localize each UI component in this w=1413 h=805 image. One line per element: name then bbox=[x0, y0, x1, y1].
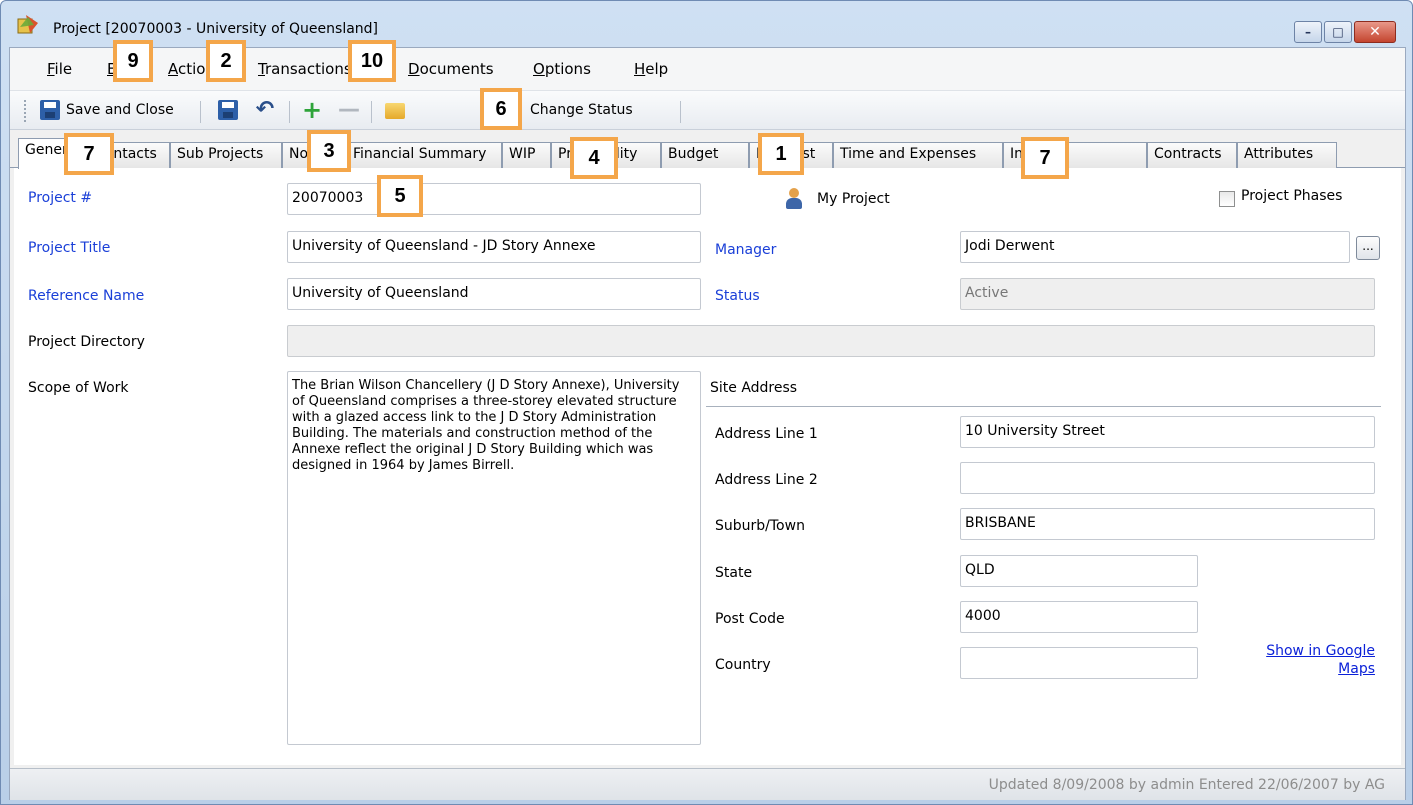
save-button[interactable] bbox=[218, 97, 244, 123]
post-code-label: Post Code bbox=[715, 611, 785, 627]
reference-name-field[interactable]: University of Queensland bbox=[287, 278, 701, 310]
scope-of-work-label: Scope of Work bbox=[28, 380, 129, 396]
maximize-button[interactable]: □ bbox=[1324, 21, 1352, 43]
my-project-label: My Project bbox=[817, 191, 890, 207]
country-label: Country bbox=[715, 657, 771, 673]
person-icon-body bbox=[786, 198, 802, 209]
person-icon bbox=[785, 188, 803, 210]
callout-badge: 4 bbox=[570, 137, 618, 179]
site-address-heading: Site Address bbox=[710, 380, 798, 396]
tab-strip: General Contacts Sub Projects Notes Fina… bbox=[10, 134, 1405, 169]
callout-badge: 7 bbox=[64, 133, 114, 175]
country-field[interactable] bbox=[960, 647, 1198, 679]
menu-options[interactable]: Options bbox=[533, 60, 591, 78]
general-tab-page: Project # 20070003 My Project Project Ph… bbox=[14, 168, 1401, 765]
post-code-field[interactable]: 4000 bbox=[960, 601, 1198, 633]
tab-contracts[interactable]: Contracts bbox=[1147, 142, 1237, 168]
address-line-2-field[interactable] bbox=[960, 462, 1375, 494]
folder-icon bbox=[385, 103, 405, 119]
toolbar-separator bbox=[371, 101, 372, 123]
project-phases-checkbox[interactable] bbox=[1219, 191, 1235, 207]
save-icon bbox=[40, 100, 60, 120]
project-directory-field bbox=[287, 325, 1375, 357]
menu-help[interactable]: Help bbox=[634, 60, 668, 78]
state-label: State bbox=[715, 565, 753, 581]
toolbar-separator bbox=[289, 101, 290, 123]
reference-name-label: Reference Name bbox=[28, 288, 145, 304]
site-address-divider bbox=[706, 406, 1381, 407]
tab-budget[interactable]: Budget bbox=[661, 142, 749, 168]
window-controls: – □ ✕ bbox=[1292, 21, 1396, 43]
address-line-1-field[interactable]: 10 University Street bbox=[960, 416, 1375, 448]
change-status-label: Change Status bbox=[530, 102, 633, 118]
status-field: Active bbox=[960, 278, 1375, 310]
callout-badge: 1 bbox=[758, 133, 804, 175]
callout-badge: 9 bbox=[113, 40, 153, 82]
callout-badge: 5 bbox=[377, 175, 423, 217]
state-field[interactable]: QLD bbox=[960, 555, 1198, 587]
menu-file[interactable]: File bbox=[47, 60, 72, 78]
manager-lookup-button[interactable]: ... bbox=[1356, 236, 1380, 260]
project-app-icon bbox=[17, 15, 38, 34]
callout-badge: 10 bbox=[348, 40, 396, 82]
callout-badge: 2 bbox=[206, 40, 246, 82]
title-bar[interactable]: Project [20070003 - University of Queens… bbox=[1, 1, 1412, 45]
tab-attributes[interactable]: Attributes bbox=[1237, 142, 1337, 168]
tab-financial-summary[interactable]: Financial Summary bbox=[346, 142, 502, 168]
manager-label: Manager bbox=[715, 242, 777, 258]
add-icon: + bbox=[302, 96, 323, 124]
suburb-town-field[interactable]: BRISBANE bbox=[960, 508, 1375, 540]
audit-status-text: Updated 8/09/2008 by admin Entered 22/06… bbox=[988, 777, 1385, 793]
suburb-town-label: Suburb/Town bbox=[715, 518, 805, 534]
project-title-label: Project Title bbox=[28, 240, 111, 256]
status-bar: Updated 8/09/2008 by admin Entered 22/06… bbox=[10, 768, 1405, 800]
toolbar-separator bbox=[680, 101, 681, 123]
change-status-button[interactable]: Change Status bbox=[530, 97, 633, 123]
undo-button[interactable]: ↶ bbox=[255, 97, 281, 123]
remove-icon: — bbox=[338, 97, 360, 122]
manager-field[interactable]: Jodi Derwent bbox=[960, 231, 1350, 263]
callout-badge: 7 bbox=[1021, 137, 1069, 179]
tab-wip[interactable]: WIP bbox=[502, 142, 551, 168]
save-icon bbox=[218, 100, 238, 120]
close-button[interactable]: ✕ bbox=[1354, 21, 1396, 43]
menu-documents[interactable]: Documents bbox=[408, 60, 494, 78]
save-and-close-label: Save and Close bbox=[66, 102, 174, 118]
open-folder-button[interactable] bbox=[385, 97, 411, 123]
person-icon-head bbox=[789, 188, 799, 198]
scope-of-work-textarea[interactable]: The Brian Wilson Chancellery (J D Story … bbox=[287, 371, 701, 745]
address-line-1-label: Address Line 1 bbox=[715, 426, 818, 442]
toolbar-grip[interactable] bbox=[24, 100, 27, 122]
window-client-area: File Edit Actions Transactions Documents… bbox=[9, 47, 1406, 800]
add-button[interactable]: + bbox=[302, 97, 328, 123]
project-number-field[interactable]: 20070003 bbox=[287, 183, 701, 215]
save-and-close-button[interactable]: Save and Close bbox=[40, 97, 174, 123]
project-title-field[interactable]: University of Queensland - JD Story Anne… bbox=[287, 231, 701, 263]
callout-badge: 6 bbox=[480, 88, 522, 130]
project-phases-label: Project Phases bbox=[1241, 188, 1343, 204]
address-line-2-label: Address Line 2 bbox=[715, 472, 818, 488]
project-directory-label: Project Directory bbox=[28, 334, 145, 350]
minimize-icon: – bbox=[1305, 25, 1311, 39]
tab-sub-projects[interactable]: Sub Projects bbox=[170, 142, 282, 168]
tab-time-and-expenses[interactable]: Time and Expenses bbox=[833, 142, 1003, 168]
show-in-google-maps-link[interactable]: Show in Google Maps bbox=[1239, 642, 1375, 678]
minimize-button[interactable]: – bbox=[1294, 21, 1322, 43]
window-title: Project [20070003 - University of Queens… bbox=[53, 21, 379, 37]
status-label: Status bbox=[715, 288, 760, 304]
maximize-icon: □ bbox=[1332, 25, 1344, 39]
project-number-label: Project # bbox=[28, 190, 93, 206]
callout-badge: 3 bbox=[307, 130, 351, 172]
toolbar-separator bbox=[200, 101, 201, 123]
toolbar: Save and Close ↶ + — Change Status bbox=[10, 90, 1405, 130]
menu-transactions[interactable]: Transactions bbox=[258, 60, 352, 78]
remove-button[interactable]: — bbox=[338, 97, 364, 123]
project-window: Project [20070003 - University of Queens… bbox=[0, 0, 1413, 805]
undo-icon: ↶ bbox=[255, 97, 275, 122]
close-icon: ✕ bbox=[1369, 24, 1381, 40]
